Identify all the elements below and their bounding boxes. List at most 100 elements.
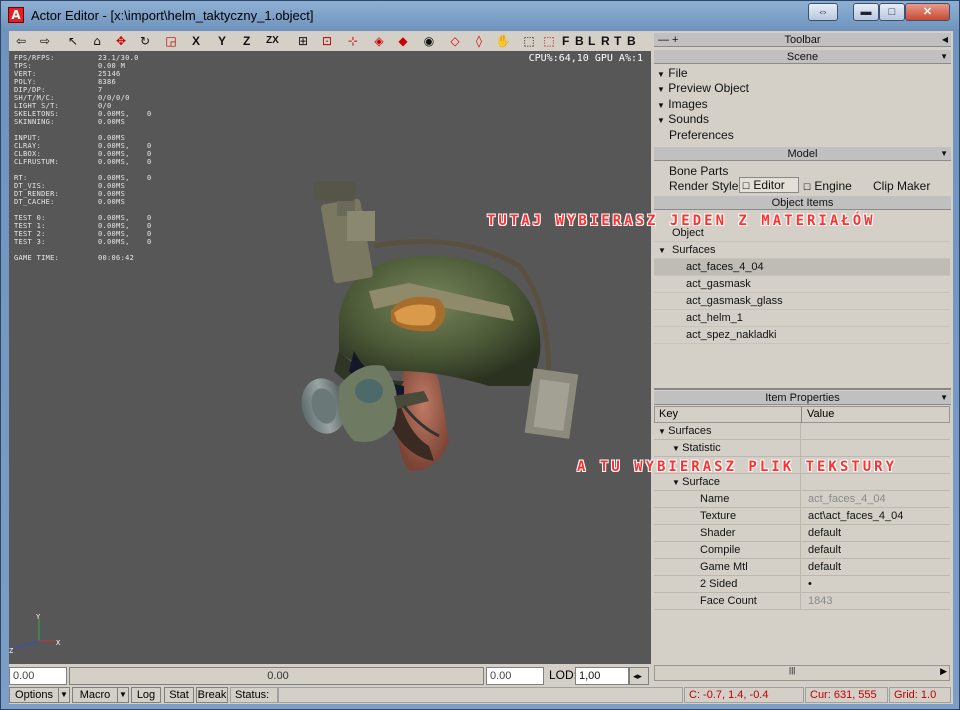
menu-preview-object[interactable]: ▼ Preview Object xyxy=(657,81,749,95)
options-button[interactable]: Options xyxy=(9,687,59,703)
scale-icon[interactable]: ◲ xyxy=(161,32,181,50)
lod-field[interactable]: 1,00 xyxy=(575,667,629,685)
property-value[interactable]: default xyxy=(808,559,841,575)
item-properties-header[interactable]: Item Properties ▼ xyxy=(654,391,951,405)
view-top-button[interactable]: T xyxy=(614,32,621,50)
key-column[interactable]: Key xyxy=(659,408,678,420)
maximize-button[interactable]: □ xyxy=(879,3,905,21)
chevron-down-icon[interactable]: ▼ xyxy=(658,246,666,255)
close-button[interactable]: ✕ xyxy=(905,3,950,21)
view-back-button[interactable]: B xyxy=(575,32,584,50)
snap-icon[interactable]: ⊞ xyxy=(293,32,313,50)
object-items-header[interactable]: Object Items xyxy=(654,196,951,210)
chevron-down-icon[interactable]: ▼ xyxy=(940,147,948,161)
move-icon[interactable]: ✥ xyxy=(111,32,131,50)
arrow-right-icon[interactable]: ⇨ xyxy=(35,32,55,50)
axis-y-button[interactable]: Y xyxy=(218,32,226,50)
snap-vertex-icon[interactable]: ◆ xyxy=(393,32,413,50)
surface-item[interactable]: act_gasmask_glass xyxy=(654,293,950,310)
model-header[interactable]: Model ▼ xyxy=(654,147,951,161)
surface-item[interactable]: act_helm_1 xyxy=(654,310,950,327)
clip-maker-button[interactable]: Clip Maker xyxy=(873,179,930,193)
break-button[interactable]: Break xyxy=(196,687,228,703)
property-value[interactable]: 1843 xyxy=(808,593,832,609)
chevron-down-icon[interactable]: ▼ xyxy=(672,444,682,453)
surface-item[interactable]: act_gasmask xyxy=(654,276,950,293)
chevron-down-icon[interactable]: ▼ xyxy=(658,427,668,436)
app-icon[interactable]: A xyxy=(8,7,24,23)
menu-file[interactable]: ▼ File xyxy=(657,66,688,80)
property-row[interactable]: 2 Sided • xyxy=(654,576,950,593)
magnet-icon[interactable]: ◈ xyxy=(369,32,389,50)
view-front-button[interactable]: F xyxy=(562,32,569,50)
restore-down-icon[interactable]: ⇔ xyxy=(808,3,838,21)
chevron-down-icon[interactable]: ▼ xyxy=(672,478,682,487)
stat-cell: TPS: xyxy=(14,62,33,70)
pivot-icon[interactable]: ⊹ xyxy=(343,32,363,50)
title-bar[interactable]: A Actor Editor - [x:\import\helm_taktycz… xyxy=(1,1,959,29)
render-editor-option[interactable]: ☐ Editor xyxy=(739,177,799,193)
face-icon[interactable]: ◊ xyxy=(469,32,489,50)
menu-sounds[interactable]: ▼ Sounds xyxy=(657,112,709,126)
property-row[interactable]: Texture act\act_faces_4_04 xyxy=(654,508,950,525)
menu-images[interactable]: ▼ Images xyxy=(657,97,708,111)
horizontal-scrollbar[interactable]: ||| ▶ xyxy=(654,665,950,681)
view-right-button[interactable]: R xyxy=(601,32,610,50)
options-dropdown-icon[interactable]: ▼ xyxy=(58,687,70,703)
scroll-right-icon[interactable]: ▶ xyxy=(940,666,947,677)
value-column[interactable]: Value xyxy=(807,408,834,420)
property-row[interactable]: ▼ Surface xyxy=(654,474,950,491)
tree-surfaces[interactable]: ▼ Surfaces xyxy=(654,242,950,259)
scroll-thumb-icon[interactable]: ||| xyxy=(789,666,797,680)
macro-dropdown-icon[interactable]: ▼ xyxy=(117,687,129,703)
property-row[interactable]: Shader default xyxy=(654,525,950,542)
minimize-button[interactable]: ▬ xyxy=(853,3,879,21)
property-value[interactable]: default xyxy=(808,525,841,541)
property-row[interactable]: Compile default xyxy=(654,542,950,559)
left-value-field[interactable]: 0.00 xyxy=(9,667,67,685)
rotate-icon[interactable]: ↻ xyxy=(135,32,155,50)
3d-viewport[interactable]: FPS/RFPS: 23.1/30.0 TPS: 0.00 M VERT: 25146 PO… xyxy=(9,51,651,664)
sphere-icon[interactable]: ◉ xyxy=(419,32,439,50)
property-row[interactable]: ▼ Surfaces xyxy=(654,423,950,440)
property-value[interactable]: • xyxy=(808,576,812,592)
normal-icon[interactable]: ◇ xyxy=(445,32,465,50)
stat-cell: CLRAY: xyxy=(14,142,42,150)
property-row[interactable]: Face Count 1843 xyxy=(654,593,950,610)
toolbar-header[interactable]: — + Toolbar ◀ xyxy=(654,33,951,47)
zoom-selection-icon[interactable]: ⬚ xyxy=(539,32,559,50)
axis-zx-button[interactable]: ZX xyxy=(266,32,279,50)
property-row[interactable]: Name act_faces_4_04 xyxy=(654,491,950,508)
chevron-left-icon[interactable]: ◀ xyxy=(942,33,948,47)
macro-button[interactable]: Macro xyxy=(72,687,118,703)
surface-item[interactable]: act_spez_nakladki xyxy=(654,327,950,344)
surface-item[interactable]: act_faces_4_04 xyxy=(654,259,950,276)
select-icon[interactable]: ↖ xyxy=(63,32,83,50)
grid-snap-icon[interactable]: ⊡ xyxy=(317,32,337,50)
property-row[interactable]: ▼ Statistic xyxy=(654,440,950,457)
object-icon[interactable]: ⌂ xyxy=(87,32,107,50)
axis-x-button[interactable]: X xyxy=(192,32,200,50)
bone-parts-button[interactable]: Bone Parts xyxy=(669,164,728,178)
axis-z-button[interactable]: Z xyxy=(243,32,250,50)
collapse-icon[interactable]: — + xyxy=(658,33,678,47)
zoom-extents-icon[interactable]: ⬚ xyxy=(519,32,539,50)
chevron-down-icon[interactable]: ▼ xyxy=(940,391,948,405)
right-value-field[interactable]: 0.00 xyxy=(486,667,544,685)
property-value[interactable]: act\act_faces_4_04 xyxy=(808,508,903,524)
view-left-button[interactable]: L xyxy=(588,32,595,50)
menu-preferences[interactable]: Preferences xyxy=(669,128,734,142)
splitter[interactable] xyxy=(654,388,951,390)
property-value[interactable]: act_faces_4_04 xyxy=(808,491,886,507)
chevron-down-icon[interactable]: ▼ xyxy=(940,50,948,64)
stat-button[interactable]: Stat xyxy=(164,687,194,703)
grab-icon[interactable]: ✋ xyxy=(493,32,513,50)
scene-header[interactable]: Scene ▼ xyxy=(654,50,951,64)
property-row[interactable]: Game Mtl default xyxy=(654,559,950,576)
lod-spin-icon[interactable]: ◂▸ xyxy=(629,667,649,685)
view-bottom-button[interactable]: B xyxy=(627,32,636,50)
render-engine-option[interactable]: ☐ Engine xyxy=(803,179,852,193)
arrow-left-icon[interactable]: ⇦ xyxy=(11,32,31,50)
property-value[interactable]: default xyxy=(808,542,841,558)
log-button[interactable]: Log xyxy=(131,687,161,703)
